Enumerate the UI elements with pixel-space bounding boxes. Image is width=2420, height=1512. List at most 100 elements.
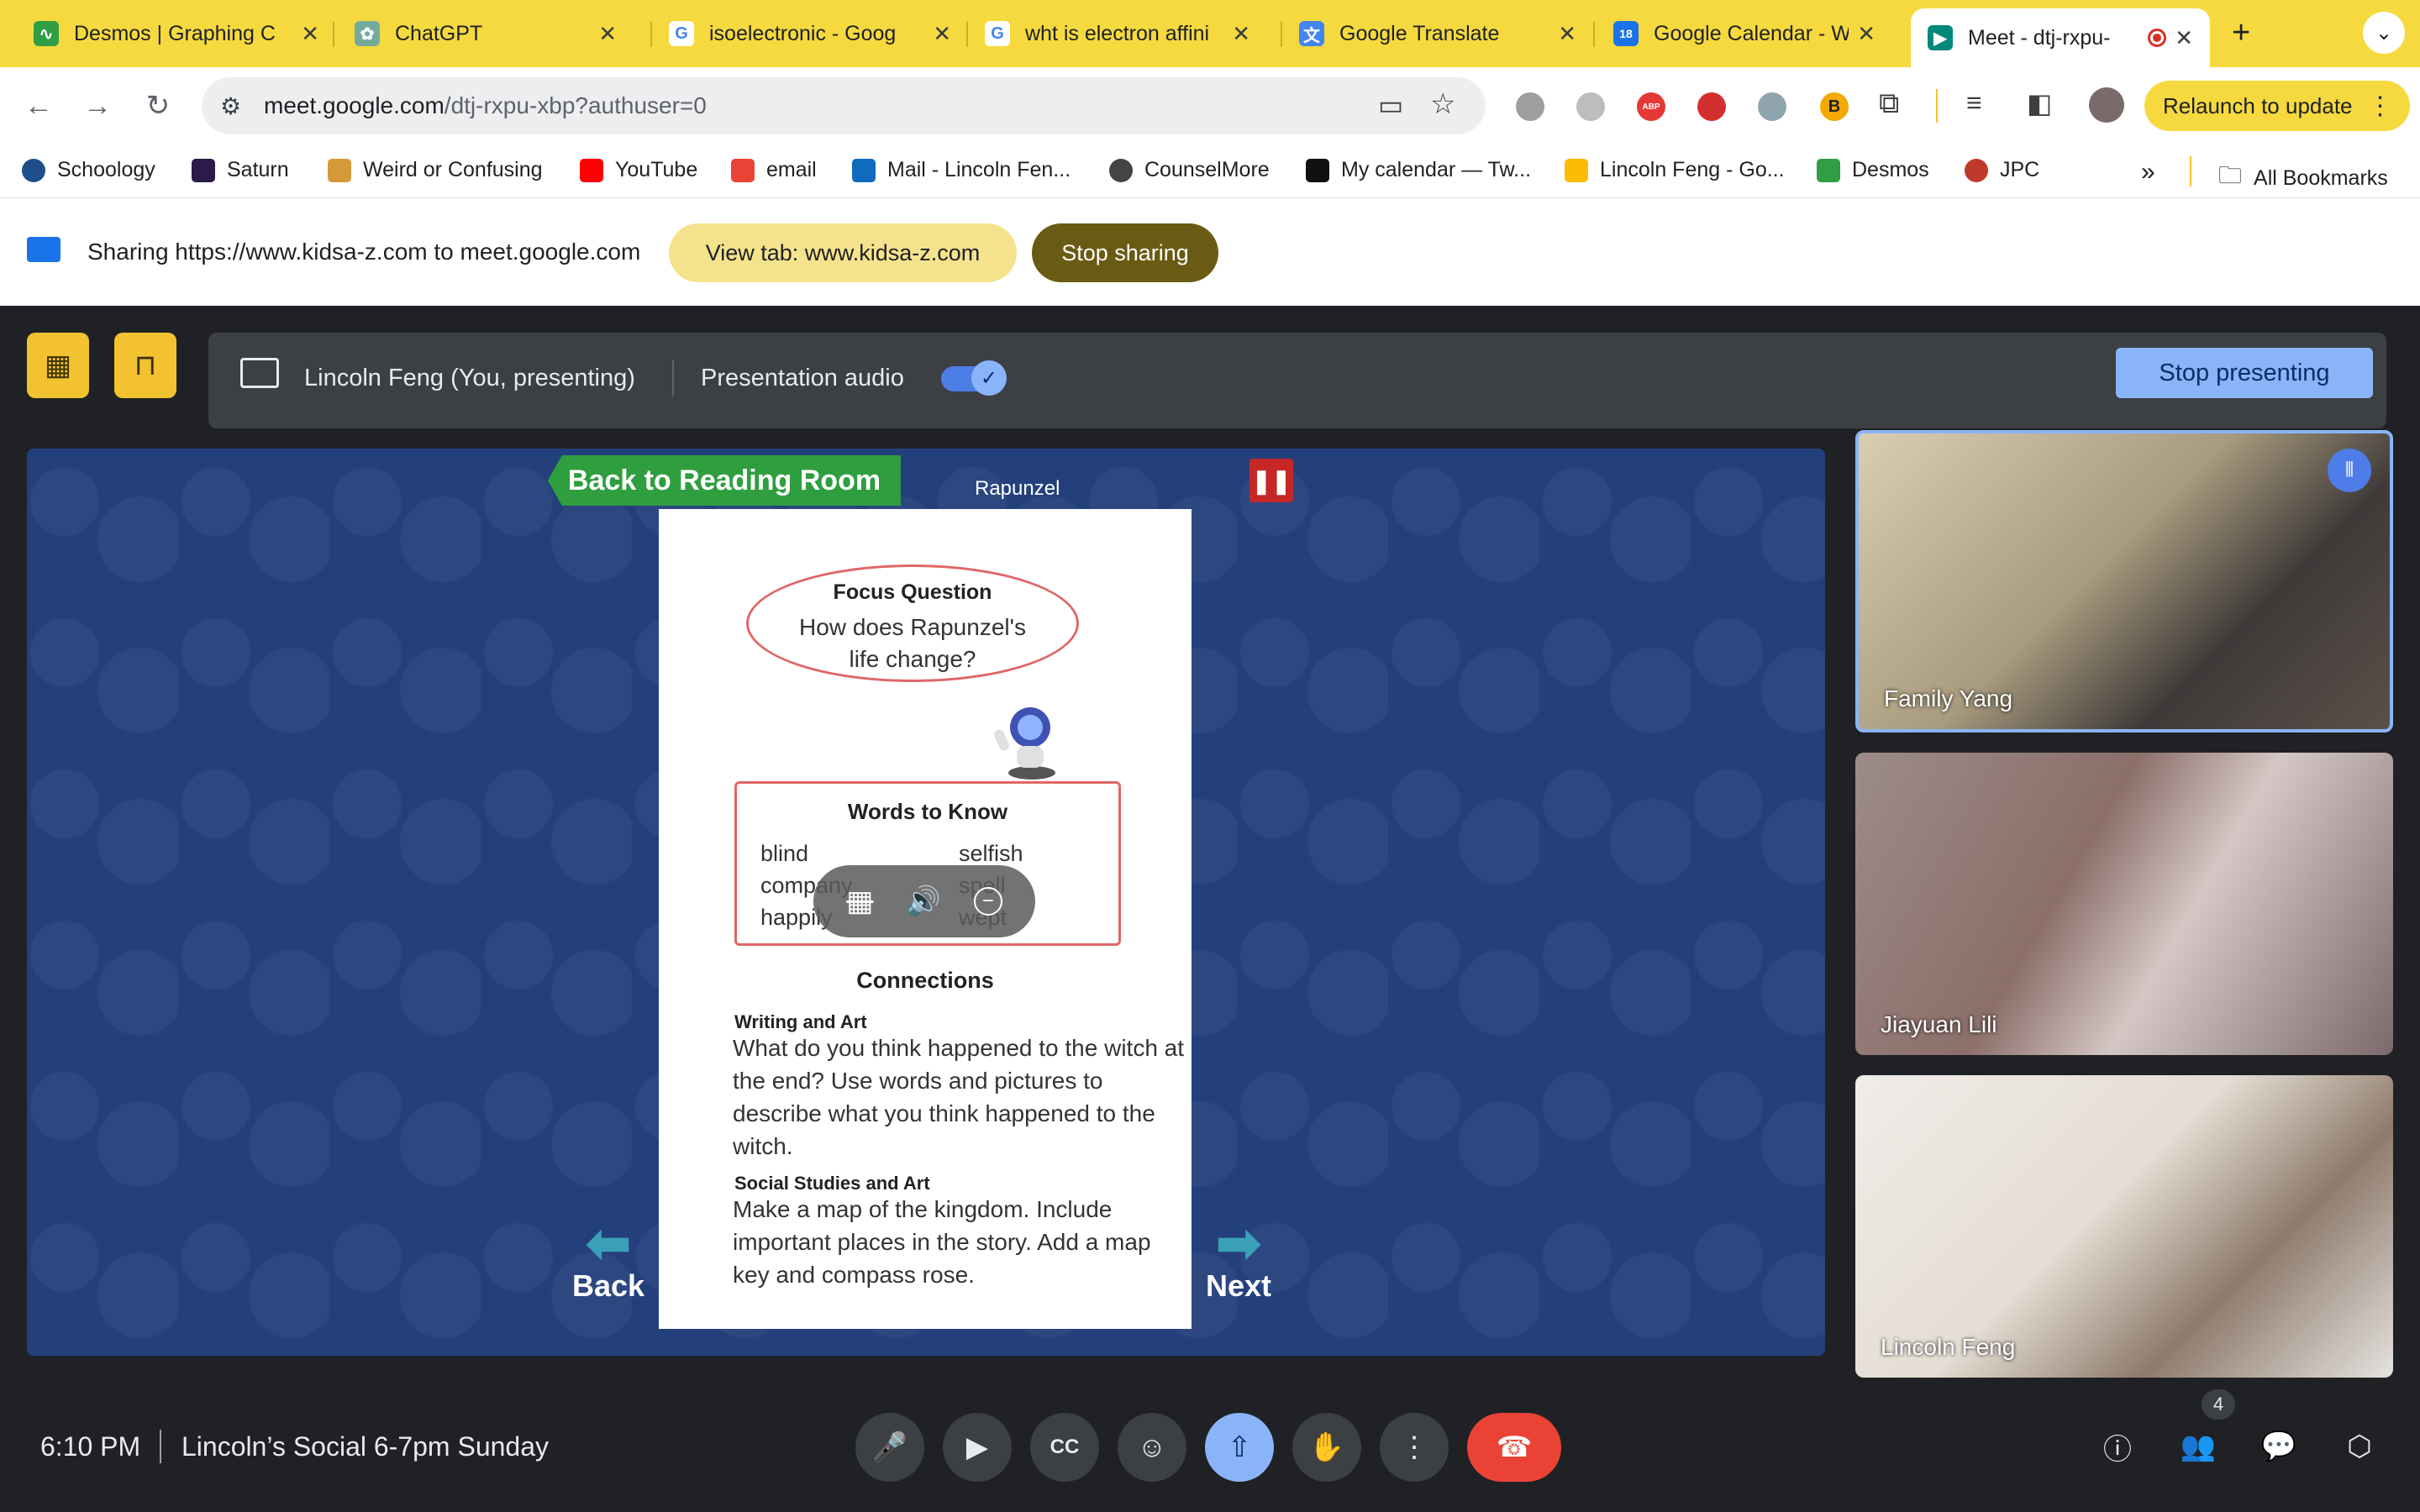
meeting-title: Lincoln’s Social 6-7pm Sunday — [182, 1431, 549, 1462]
tab-electron-affinity[interactable]: G wht is electron affini ✕ — [968, 7, 1267, 60]
presentation-audio-toggle[interactable]: ✓ — [941, 360, 1007, 396]
microphone-icon[interactable]: 🎤 — [855, 1413, 924, 1482]
bookmark-label: Desmos — [1852, 158, 1929, 181]
tab-chatgpt[interactable]: ✿ ChatGPT ✕ — [338, 7, 634, 60]
back-arrow-icon: ⬅ — [586, 1213, 631, 1273]
remove-icon[interactable]: − — [973, 887, 1002, 916]
close-icon[interactable]: ✕ — [301, 21, 319, 47]
connections-title: Connections — [856, 968, 994, 993]
vocab-word: selfish — [959, 841, 1023, 866]
relaunch-button[interactable]: Relaunch to update ⋮ — [2144, 81, 2410, 131]
forward-icon[interactable]: → — [77, 86, 118, 126]
present-now-icon[interactable]: ⇧ — [1205, 1413, 1274, 1482]
screen-share-icon — [27, 237, 60, 262]
bookmark-counselmore[interactable]: CounselMore — [1109, 158, 1270, 182]
extension-b-icon[interactable]: B — [1820, 92, 1849, 121]
all-bookmarks[interactable]: 🗀 All Bookmarks — [2218, 158, 2388, 198]
bookmark-email[interactable]: email — [731, 158, 817, 182]
book-title: Rapunzel — [975, 477, 1060, 500]
participant-tile[interactable]: Lincoln Feng — [1855, 1075, 2393, 1378]
bookmark-lincoln-drive[interactable]: Lincoln Feng - Go... — [1565, 158, 1785, 182]
tab-google-calendar[interactable]: 18 Google Calendar - W ✕ — [1597, 7, 1892, 60]
new-tab-icon[interactable]: + — [2232, 15, 2250, 51]
stop-sharing-button[interactable]: Stop sharing — [1032, 223, 1218, 282]
bookmarks-bar: Schoology Saturn Weird or Confusing YouT… — [0, 144, 2420, 198]
tab-meet[interactable]: ▶ Meet - dtj-rxpu- ✕ — [1911, 8, 2210, 67]
present-screen-icon — [240, 358, 279, 388]
pause-icon[interactable]: ❚❚ — [1249, 459, 1293, 502]
bookmark-youtube[interactable]: YouTube — [580, 158, 697, 182]
bookmark-saturn[interactable]: Saturn — [192, 158, 289, 182]
adblock-icon[interactable]: ABP — [1637, 92, 1665, 121]
media-control-icon[interactable]: ≡ — [1966, 87, 1982, 118]
stop-presenting-button[interactable]: Stop presenting — [2116, 348, 2373, 398]
bookmark-desmos[interactable]: Desmos — [1817, 158, 1929, 182]
layout-icon[interactable]: ▦ — [27, 333, 89, 398]
close-icon[interactable]: ✕ — [1857, 21, 1876, 47]
side-panel-icon[interactable]: ◧ — [2027, 87, 2052, 119]
leave-call-icon[interactable]: ☎ — [1467, 1413, 1561, 1482]
participant-tile[interactable]: ⦀ Family Yang — [1855, 430, 2393, 732]
bookmark-favicon-icon — [328, 158, 351, 182]
tab-isoelectronic[interactable]: G isoelectronic - Goog ✕ — [652, 7, 968, 60]
tab-title: wht is electron affini — [1025, 21, 1210, 45]
captions-icon[interactable]: CC — [1030, 1413, 1099, 1482]
check-icon: ✓ — [971, 360, 1007, 396]
reload-icon[interactable]: ↻ — [138, 86, 178, 126]
pin-presentation-icon[interactable]: ⊓ — [114, 333, 176, 398]
camera-icon[interactable]: ▭ — [1378, 89, 1403, 121]
bookmark-label: My calendar — Tw... — [1341, 158, 1532, 181]
site-info-icon[interactable]: ⚙ — [220, 92, 241, 120]
bookmark-label: email — [766, 158, 817, 181]
bookmark-mail-lincoln[interactable]: Mail - Lincoln Fen... — [852, 158, 1071, 182]
close-icon[interactable]: ✕ — [933, 21, 951, 47]
tab-desmos[interactable]: ∿ Desmos | Graphing C ✕ — [17, 7, 336, 60]
tab-strip: ∿ Desmos | Graphing C ✕ ✿ ChatGPT ✕ G is… — [0, 0, 2420, 67]
chat-icon[interactable]: 💬 — [2255, 1423, 2302, 1470]
back-icon[interactable]: ← — [18, 86, 59, 126]
activities-icon[interactable]: ⬡ — [2336, 1423, 2383, 1470]
bookmark-my-calendar[interactable]: My calendar — Tw... — [1306, 158, 1531, 182]
shield-icon[interactable] — [1758, 92, 1786, 121]
more-bookmarks-icon[interactable]: » — [2141, 158, 2155, 186]
back-to-reading-room-button[interactable]: Back to Reading Room — [548, 455, 901, 506]
tab-search-icon[interactable]: ⌄ — [2363, 12, 2405, 54]
extension-icon[interactable] — [1576, 92, 1605, 121]
tab-google-translate[interactable]: 文 Google Translate ✕ — [1282, 7, 1593, 60]
view-tab-button[interactable]: View tab: www.kidsa-z.com — [669, 223, 1017, 282]
camera-icon[interactable]: ▶ — [943, 1413, 1012, 1482]
raise-hand-icon[interactable]: ✋ — [1292, 1413, 1361, 1482]
tab-title: Meet - dtj-rxpu- — [1968, 25, 2111, 50]
meet-icon: ▶ — [1928, 25, 1953, 50]
focus-question-text: How does Rapunzel's life change? — [799, 614, 1026, 672]
people-icon[interactable]: 👥 — [2175, 1423, 2222, 1470]
back-page-button[interactable]: ⬅ Back — [566, 1213, 650, 1304]
calendar-icon: 18 — [1613, 21, 1639, 46]
extension-icon[interactable] — [1516, 92, 1544, 121]
next-page-button[interactable]: ➡ Next — [1197, 1216, 1281, 1304]
more-options-icon[interactable]: ⋮ — [1380, 1413, 1449, 1482]
meeting-info-icon[interactable]: ⓘ — [2094, 1423, 2141, 1470]
volume-icon[interactable]: 🔊 — [906, 885, 941, 918]
profile-avatar[interactable] — [2089, 87, 2124, 123]
extensions-puzzle-icon[interactable]: ⧉ — [1879, 87, 1899, 120]
address-bar[interactable]: ⚙ meet.google.com/dtj-rxpu-xbp?authuser=… — [202, 77, 1486, 134]
close-icon[interactable]: ✕ — [598, 21, 617, 47]
close-icon[interactable]: ✕ — [1558, 21, 1576, 47]
bookmark-jpc[interactable]: JPC — [1965, 158, 2039, 182]
bookmark-star-icon[interactable]: ☆ — [1430, 87, 1455, 121]
close-icon[interactable]: ✕ — [1232, 21, 1250, 47]
stop-hand-icon[interactable] — [1697, 92, 1726, 121]
gmail-icon — [731, 158, 755, 182]
bookmark-schoology[interactable]: Schoology — [22, 158, 155, 182]
no-captions-icon[interactable]: ▦ — [846, 885, 873, 918]
saturn-icon — [192, 158, 215, 182]
participant-tile[interactable]: Jiayuan Lili — [1855, 753, 2393, 1055]
emoji-icon[interactable]: ☺ — [1118, 1413, 1186, 1482]
focus-question-title: Focus Question — [833, 580, 992, 604]
url-domain: meet.google.com — [264, 92, 445, 118]
bookmark-weird-confusing[interactable]: Weird or Confusing — [328, 158, 543, 182]
bookmark-label: YouTube — [615, 158, 698, 181]
close-icon[interactable]: ✕ — [2175, 25, 2193, 51]
desmos-icon: ∿ — [34, 21, 59, 46]
